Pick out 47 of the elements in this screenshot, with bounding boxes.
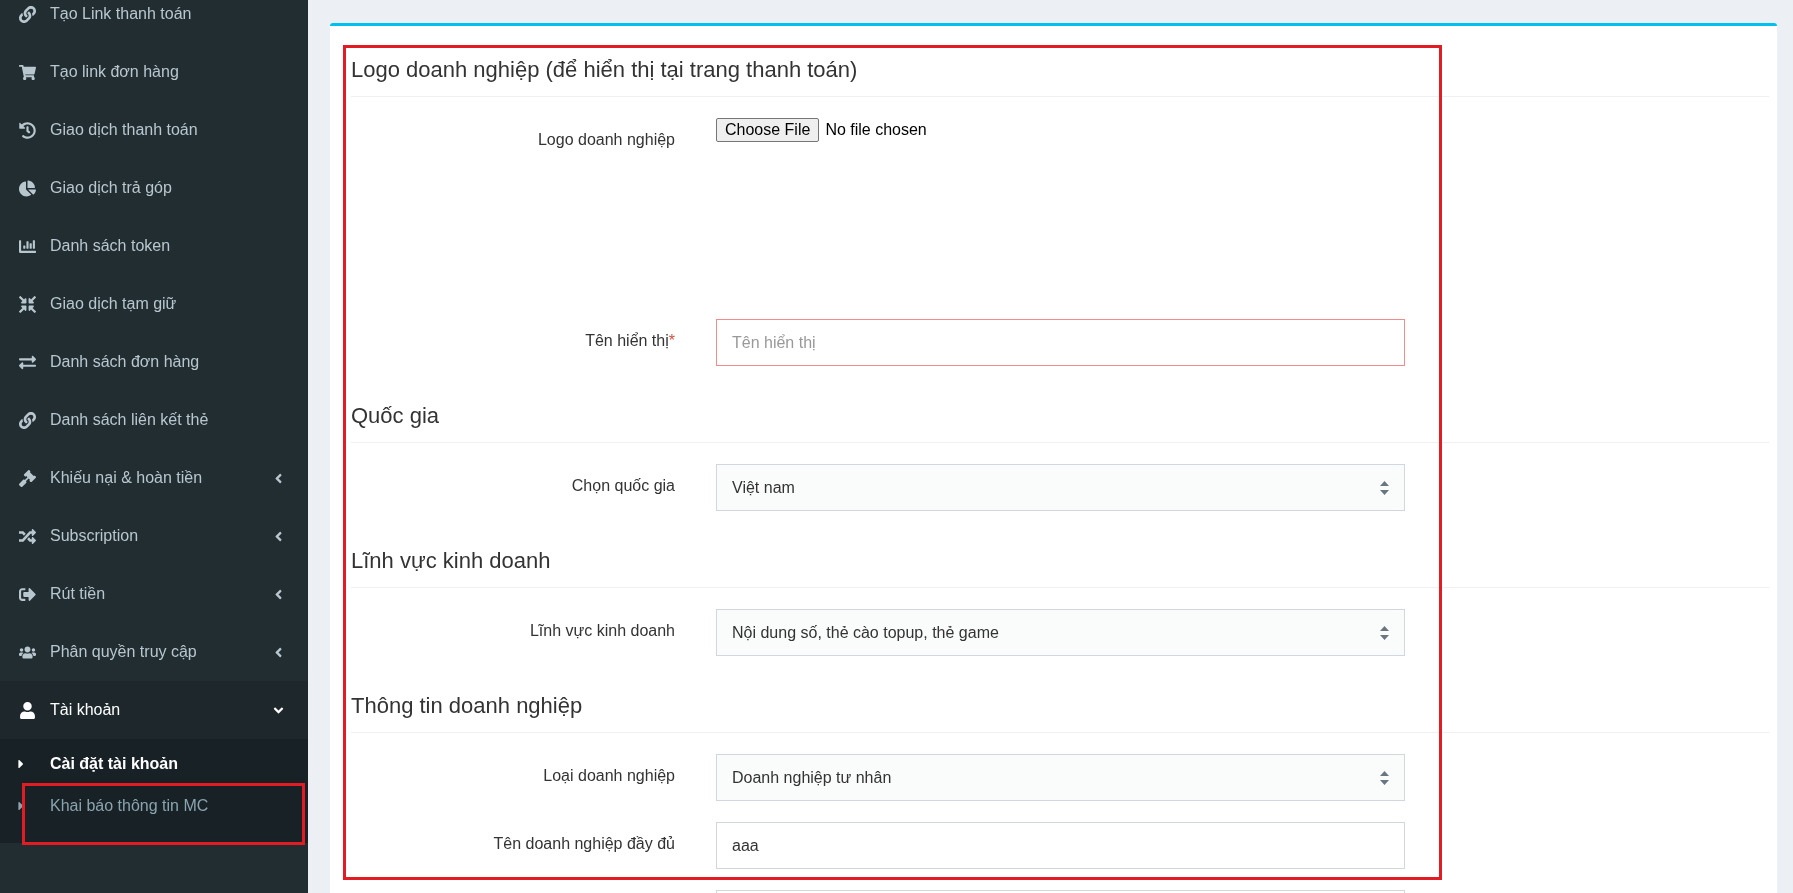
menu-item[interactable]: Tạo link đơn hàng (0, 43, 308, 101)
link-icon (19, 5, 36, 23)
history-icon (19, 121, 36, 139)
menu-item[interactable]: Khiếu nại & hoàn tiền (0, 449, 308, 507)
menu-item[interactable]: Subscription (0, 507, 308, 565)
select-field[interactable]: Doanh nghiệp tư nhân (716, 754, 1405, 801)
submenu-item[interactable]: Khai báo thông tin MC (0, 785, 308, 827)
bar-chart-icon (19, 237, 36, 255)
section-heading: Thông tin doanh nghiệp (351, 679, 1769, 733)
text-input[interactable]: Tên hiển thị (716, 319, 1405, 366)
menu-item[interactable]: Danh sách liên kết thẻ (0, 391, 308, 449)
exchange-arrows-icon (19, 353, 36, 371)
menu-item[interactable]: Giao dịch trả góp (0, 159, 308, 217)
field-label: Tên doanh nghiệp đầy đủ (492, 834, 675, 853)
up-down-arrows-icon (1380, 480, 1389, 495)
user-icon (19, 701, 36, 719)
choose-file-button[interactable]: Choose File (716, 118, 820, 142)
file-status-text: No file chosen (825, 121, 927, 139)
section-heading: Logo doanh nghiệp (để hiển thị tại trang thanh toán) (351, 43, 1769, 97)
menu-item[interactable]: Phân quyền truy cập (0, 623, 308, 681)
menu-item[interactable]: Tài khoản (0, 681, 308, 739)
link-icon (19, 411, 36, 429)
shuffle-icon (19, 527, 36, 545)
pie-chart-icon (19, 179, 36, 197)
compress-arrows-icon (19, 295, 36, 313)
up-down-arrows-icon (1380, 770, 1389, 785)
field-label: Loại doanh nghiệp (542, 766, 675, 785)
up-down-arrows-icon (1380, 625, 1389, 640)
select-field[interactable]: Nội dung số, thẻ cào topup, thẻ game (716, 609, 1405, 656)
cart-icon (19, 63, 36, 81)
menu-item[interactable]: Giao dịch thanh toán (0, 101, 308, 159)
menu-item[interactable]: Rút tiền (0, 565, 308, 623)
menu-item[interactable]: Danh sách đơn hàng (0, 333, 308, 391)
field-label: Chọn quốc gia (570, 476, 675, 495)
section-heading: Quốc gia (351, 389, 1769, 443)
select-field[interactable]: Việt nam (716, 464, 1405, 511)
text-input[interactable]: aaa (716, 822, 1405, 869)
submenu-item[interactable]: Cài đặt tài khoản (0, 743, 308, 785)
menu-item[interactable]: Danh sách token (0, 217, 308, 275)
field-label: Lĩnh vực kinh doanh (528, 621, 675, 640)
exit-icon (19, 585, 36, 603)
gavel-icon (19, 469, 36, 487)
menu-item[interactable]: Tạo Link thanh toán (0, 0, 308, 43)
field-label: Tên hiển thị* (584, 331, 675, 350)
menu-item[interactable]: Giao dịch tạm giữ (0, 275, 308, 333)
field-label: Logo doanh nghiệp (536, 130, 675, 149)
section-heading: Lĩnh vực kinh doanh (351, 534, 1769, 588)
